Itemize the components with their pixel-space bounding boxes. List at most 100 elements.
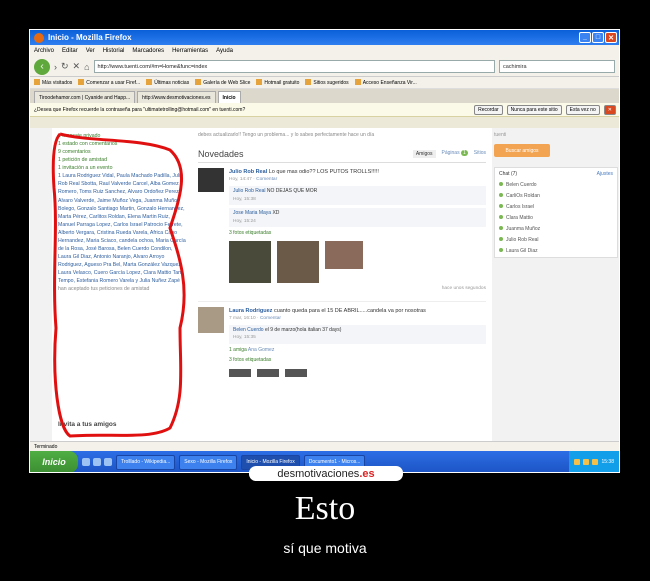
stop-icon[interactable]: ✕	[73, 61, 81, 72]
tab-desmotivaciones[interactable]: http://www.desmotivaciones.es	[137, 91, 216, 103]
taskbar-item[interactable]: Trolllado - Wikipedia...	[116, 454, 176, 470]
bookmark-item[interactable]: Hotmail gratuito	[256, 79, 299, 86]
bookmark-item[interactable]: Sitios sugeridos	[305, 79, 348, 86]
chat-friend[interactable]: Laura Gil Diaz	[499, 248, 613, 254]
home-icon[interactable]: ⌂	[84, 62, 89, 72]
not-now-button[interactable]: Esta vez no	[565, 104, 600, 115]
notification-event-invite[interactable]: 1 invitación a un evento	[58, 164, 186, 172]
notification-comments[interactable]: 9 comentarios	[58, 148, 186, 156]
menu-bar: Archivo Editar Ver Historial Marcadores …	[30, 45, 619, 57]
firefox-icon	[34, 32, 44, 43]
reload-icon[interactable]: ↻	[61, 61, 69, 72]
tagged-photos-label[interactable]: 3 fotos etiquetadas	[229, 357, 486, 365]
bookmark-item[interactable]: Galería de Web Slice	[195, 79, 250, 86]
photo-thumbnail[interactable]	[325, 241, 363, 270]
close-notification-icon[interactable]: ✕	[603, 104, 616, 115]
chat-friend[interactable]: Julio Rob Real	[499, 237, 613, 243]
minimize-button[interactable]: _	[579, 32, 591, 43]
chat-friend[interactable]: Juanma Muñoz	[499, 226, 613, 232]
quicklaunch-icon[interactable]	[104, 458, 112, 466]
tab-cyanide[interactable]: Tiroodehamor.com | Cyanide and Happ...	[34, 91, 136, 103]
photo-thumbnail[interactable]	[229, 241, 271, 284]
friend-tag-label: 1 amiga	[229, 346, 247, 353]
post-author[interactable]: Julio Rob Real	[229, 169, 267, 175]
start-button[interactable]: Inicio	[30, 451, 78, 472]
avatar[interactable]	[198, 168, 224, 192]
quicklaunch-icon[interactable]	[82, 458, 90, 466]
bookmark-item[interactable]: Más visitados	[34, 79, 72, 86]
menu-ver[interactable]: Ver	[86, 48, 95, 54]
post-author[interactable]: Laura Rodriguez	[229, 308, 272, 314]
chat-title[interactable]: Chat (7)	[499, 171, 517, 177]
password-notification-bar: ¿Desea que Firefox recuerde la contraseñ…	[30, 103, 619, 117]
search-friends-button[interactable]: Buscar amigos	[494, 144, 550, 157]
window-title: Inicio - Mozilla Firefox	[48, 33, 132, 42]
search-input[interactable]: cachimira	[499, 60, 615, 73]
menu-historial[interactable]: Historial	[103, 48, 125, 54]
photo-thumbnail[interactable]	[277, 241, 319, 284]
menu-herramientas[interactable]: Herramientas	[172, 48, 208, 54]
maximize-button[interactable]: □	[592, 32, 604, 43]
chat-friend[interactable]: CarliOs Roldan	[499, 193, 613, 199]
chat-settings-link[interactable]: Ajustes	[597, 171, 613, 177]
menu-marcadores[interactable]: Marcadores	[132, 48, 164, 54]
tray-icon[interactable]	[592, 459, 599, 465]
photo-thumbnail[interactable]	[257, 368, 279, 377]
notification-friend-request[interactable]: 1 petición de amistad	[58, 156, 186, 164]
never-button[interactable]: Nunca para este sitio	[506, 104, 562, 115]
url-bar[interactable]: http://www.tuenti.com/#m=Home&func=index	[93, 60, 495, 73]
chat-friend[interactable]: Clara Mattio	[499, 215, 613, 221]
menu-editar[interactable]: Editar	[62, 48, 78, 54]
comment-author[interactable]: Belen Cuerdo	[233, 327, 264, 333]
filter-tab-sitios[interactable]: Sitios	[474, 150, 486, 158]
tab-strip: Tiroodehamor.com | Cyanide and Happ... h…	[30, 89, 619, 103]
bookmark-item[interactable]: Últimas noticias	[146, 79, 189, 86]
comment-text: el 9 de marzo(hola italian 37 days)	[264, 326, 342, 333]
tagged-photos-label[interactable]: 3 fotos etiquetadas	[229, 230, 486, 238]
tab-inicio[interactable]: Inicio	[217, 91, 241, 103]
chat-friend[interactable]: Carlos Israel	[499, 204, 613, 210]
clock: 15:38	[601, 459, 614, 465]
comment-author[interactable]: Jose Maria Maya	[233, 210, 271, 216]
friends-accepted-list: 1 Laura Rodriguez Vidal, Paula Machado P…	[58, 172, 186, 293]
notification-messages[interactable]: 1 mensaje privado	[58, 132, 186, 140]
screenshot-frame: Inicio - Mozilla Firefox _ □ ✕ Archivo E…	[29, 29, 620, 473]
tray-icon[interactable]	[583, 459, 590, 465]
comment-time: Hoy, 15:38	[233, 196, 256, 202]
comment-link[interactable]: Comentar	[260, 316, 281, 321]
photo-thumbnail[interactable]	[285, 368, 307, 377]
notification-text: ¿Desea que Firefox recuerde la contraseñ…	[34, 106, 246, 113]
menu-archivo[interactable]: Archivo	[34, 48, 54, 54]
notification-status-comments[interactable]: 1 estado con comentarios	[58, 140, 186, 148]
comment: Julio Rob Real NO DEJAS QUE MOR Hoy, 15:…	[229, 186, 486, 206]
close-button[interactable]: ✕	[605, 32, 617, 43]
comment-link[interactable]: Comentar	[256, 177, 277, 182]
forward-button[interactable]: ›	[54, 62, 57, 72]
page-content: 1 mensaje privado 1 estado con comentari…	[30, 128, 619, 455]
avatar[interactable]	[198, 306, 224, 333]
bookmark-item[interactable]: Comenzar a usar Firef...	[78, 79, 140, 86]
post-time: 7 mar, 16:10	[229, 315, 256, 321]
novedades-header: Novedades Amigos Páginas 1 Sitios	[198, 149, 486, 163]
feed-post: Julio Rob Real Lo que mas odio?? LOS PUT…	[198, 168, 486, 293]
filter-tab-paginas[interactable]: Páginas 1	[442, 150, 468, 158]
chat-friend[interactable]: Belen Cuerdo	[499, 182, 613, 188]
comment-time: Hoy, 15:24	[233, 218, 256, 224]
remember-button[interactable]: Recordar	[474, 104, 503, 115]
poster-caption: sí que motiva	[283, 540, 367, 556]
post-footer-time: hace unos segundos	[441, 286, 486, 292]
back-button[interactable]: ‹	[34, 58, 50, 75]
photo-thumbnail[interactable]	[229, 368, 251, 377]
poster-headline: Esto	[294, 490, 356, 527]
bookmark-item[interactable]: Acceso Enseñanza Vir...	[355, 79, 417, 86]
friend-names[interactable]: 1 Laura Rodriguez Vidal, Paula Machado P…	[58, 173, 186, 284]
invite-friends-heading[interactable]: Invita a tus amigos	[58, 420, 117, 430]
friend-tag-name[interactable]: Ana Gomez	[248, 347, 274, 353]
comment-author[interactable]: Julio Rob Real	[233, 188, 266, 194]
tray-icon[interactable]	[574, 459, 581, 465]
filter-tab-amigos[interactable]: Amigos	[412, 150, 436, 158]
quicklaunch-icon[interactable]	[93, 458, 101, 466]
menu-ayuda[interactable]: Ayuda	[216, 48, 233, 54]
brand-tld: .es	[359, 467, 375, 480]
taskbar-item[interactable]: Sexo - Mozilla Firefox	[179, 454, 238, 470]
